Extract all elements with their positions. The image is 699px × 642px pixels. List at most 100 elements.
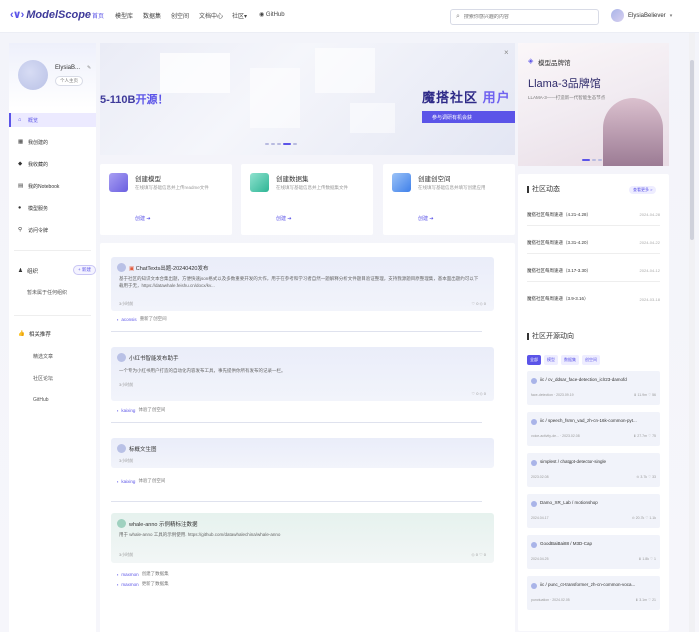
recommend-link-github[interactable]: GitHub (33, 397, 49, 403)
user-menu[interactable]: ElysiaBeliever ▾ (611, 9, 672, 22)
brand-hall-card[interactable]: ◈ 模型品牌馆 Llama-3品牌馆 LLAMA-3——打造新一代智能生态节点 (518, 43, 669, 166)
news-item[interactable]: 魔搭社区每周速递（3.31-4.20） 2024-04-22 (527, 232, 660, 254)
feed-card[interactable]: whale-anno 示例精标注数据 用于 whale-anno 工具的示例使用… (111, 513, 494, 563)
nav-datasets[interactable]: 数据集 (143, 11, 161, 20)
carousel-dots (582, 159, 602, 161)
sidebar-item-label: 我创建的 (28, 139, 49, 146)
create-model-link[interactable]: 创建 ➔ (135, 215, 151, 222)
divider (14, 315, 91, 316)
activity-user-link[interactable]: kaixing (121, 408, 135, 413)
promo-banner[interactable]: 5-110B开源！ 魔搭社区 用户 参与调研有机会获 × (100, 43, 515, 155)
nav-community[interactable]: 社区▾ (232, 11, 247, 20)
brand-card-sub: LLAMA-3——打造新一代智能生态节点 (528, 95, 606, 100)
view-more-button[interactable]: 查看更多 > (629, 186, 657, 194)
repo-card[interactable]: iic / cv_ddsar_face-detection_iclr23-dam… (527, 371, 660, 405)
scrollbar-thumb[interactable] (690, 60, 694, 240)
create-dataset-card[interactable]: 创建数据集 在线填写基础信息并上传数据集文件 创建 ➔ (241, 164, 373, 235)
create-studio-link[interactable]: 创建 ➔ (418, 215, 434, 222)
carousel-dots (265, 143, 297, 145)
carousel-dot[interactable] (598, 159, 602, 161)
create-studio-card[interactable]: 创建创空间 在线填写基础信息并填写创建应用 创建 ➔ (383, 164, 515, 235)
sidebar-item-model-service[interactable]: ● 模型服务 (9, 201, 96, 215)
news-item[interactable]: 魔搭社区每周速递（3.17-3.30） 2024-04-12 (527, 260, 660, 282)
carousel-dot[interactable] (277, 143, 281, 145)
org-empty-text: 暂未属于任何组织 (27, 290, 68, 296)
activity-user-link[interactable]: aconsis (121, 317, 136, 322)
filter-tabs: 全部 模型 数据集 创空间 (527, 355, 600, 365)
sidebar-item-overview[interactable]: ⌂ 概览 (9, 113, 96, 127)
activity-icon: ▪ (117, 571, 119, 577)
repo-card[interactable]: Damo_XR_Lab / motionshop 2024.04.17 ⊙ 20.7… (527, 494, 660, 528)
carousel-dot[interactable] (283, 143, 291, 145)
activity-user-link[interactable]: kaixing (121, 479, 135, 484)
sidebar-item-notebook[interactable]: ▤ 我的Notebook (9, 179, 96, 193)
repo-stats: ⬇ 27.7m ♡ 75 (633, 434, 656, 438)
activity-text: 体验了创空间 (138, 407, 166, 412)
activity-text: 体验了创空间 (138, 478, 166, 483)
banner-right-headline: 魔搭社区 用户 (422, 87, 511, 106)
banner-decoration (160, 53, 230, 93)
nav-home[interactable]: 首页 (92, 11, 104, 20)
panel-title: 社区开源动向 (527, 333, 574, 340)
search-input[interactable] (463, 14, 589, 20)
avatar (531, 378, 537, 384)
sidebar-item-access-token[interactable]: ⚲ 访问令牌 (9, 223, 96, 237)
activity-user-link[interactable]: maxmon (121, 572, 138, 577)
banner-sub-button[interactable]: 参与调研有机会获 (422, 111, 515, 123)
modelscope-logo[interactable]: ‹∨› ModelScope (10, 8, 92, 22)
logo-text: ModelScope (26, 8, 92, 21)
filter-studios[interactable]: 创空间 (582, 355, 600, 365)
carousel-dot[interactable] (265, 143, 269, 145)
repo-card[interactable]: simplest / chatgpt-detector-single 2023.0… (527, 453, 660, 487)
activity-user-link[interactable]: maxmon (121, 582, 138, 587)
carousel-dot[interactable] (293, 143, 297, 145)
nav-studios[interactable]: 创空间 (171, 11, 189, 20)
repo-card[interactable]: iic / speech_fsmn_vad_zh-cn-16k-common-p… (527, 412, 660, 446)
profile-name: ElysiaB... (55, 65, 81, 71)
recommend-link-articles[interactable]: 精选文章 (33, 353, 53, 360)
create-model-card[interactable]: 创建模型 在线填写基础信息并上传readme文件 创建 ➔ (100, 164, 232, 235)
repo-card[interactable]: GoodBaiBai88 / M3D-Cap 2024.04.25 ⬇ 1.8k ♡… (527, 535, 660, 569)
nav-models[interactable]: 模型库 (115, 11, 133, 20)
profile-home-link[interactable]: 个人主页 (55, 76, 83, 86)
recommend-link-forum[interactable]: 社区论坛 (33, 375, 53, 382)
repo-stats: ⬇ 11.9m ♡ 56 (633, 393, 656, 397)
activity-icon: ▪ (117, 316, 119, 322)
search-box[interactable]: ⌕ (450, 9, 599, 25)
filter-all[interactable]: 全部 (527, 355, 541, 365)
feed-card[interactable]: ▣ ChatTexts出题-20240420发布 基于社区的知识文本合集出题，方… (111, 257, 494, 311)
repo-card[interactable]: iic / punc_ct-transformer_zh-cn-common-v… (527, 576, 660, 610)
sidebar-item-label: 我收藏的 (28, 161, 49, 168)
repo-meta: voice-activity-de... · 2023.02.08 (531, 434, 580, 438)
edit-icon[interactable]: ✎ (87, 65, 91, 71)
divider (111, 331, 482, 332)
thumbs-up-icon: 👍 (18, 331, 25, 337)
repo-name: iic / speech_fsmn_vad_zh-cn-16k-common-p… (540, 418, 637, 423)
feed-activity: ▪ kaixing 体验了创空间 (117, 478, 165, 484)
activity-text: 创建了数据集 (141, 571, 169, 576)
sidebar-item-favorites[interactable]: ◆ 我收藏的 (9, 157, 96, 171)
filter-datasets[interactable]: 数据集 (561, 355, 579, 365)
avatar (531, 501, 537, 507)
page-body: ElysiaB... ✎ 个人主页 ⌂ 概览 ▦ 我创建的 ◆ 我收藏的 ▤ 我的Not… (0, 33, 699, 642)
feed-card[interactable]: 标概文生图 3小时前 (111, 438, 494, 468)
create-dataset-link[interactable]: 创建 ➔ (276, 215, 292, 222)
repo-name: iic / cv_ddsar_face-detection_iclr23-dam… (540, 377, 627, 382)
news-item[interactable]: 魔搭社区每周速递（3.9-3.16） 2024-03-18 (527, 288, 660, 310)
carousel-dot[interactable] (582, 159, 590, 161)
panel-title: 社区动态 (527, 186, 560, 193)
new-org-button[interactable]: + 新建 (73, 265, 96, 275)
avatar (531, 460, 537, 466)
nav-docs[interactable]: 文档中心 (199, 11, 223, 20)
feed-card[interactable]: 小红书智能发布助手 一个专为小红书用户打造的自动化内容发布工具，事先提供你所有发… (111, 347, 494, 401)
open-source-panel: 社区开源动向 全部 模型 数据集 创空间 iic / cv_ddsar_face… (518, 321, 669, 631)
filter-models[interactable]: 模型 (544, 355, 558, 365)
carousel-dot[interactable] (271, 143, 275, 145)
carousel-dot[interactable] (592, 159, 596, 161)
profile-avatar[interactable] (18, 60, 48, 90)
close-icon[interactable]: × (504, 48, 509, 57)
news-item[interactable]: 魔搭社区每周速递（4.21-4.28） 2024-04-28 (527, 204, 660, 226)
nav-github[interactable]: ◉ GitHub (259, 11, 285, 18)
sidebar-item-created[interactable]: ▦ 我创建的 (9, 135, 96, 149)
repo-name: Damo_XR_Lab / motionshop (540, 500, 598, 505)
